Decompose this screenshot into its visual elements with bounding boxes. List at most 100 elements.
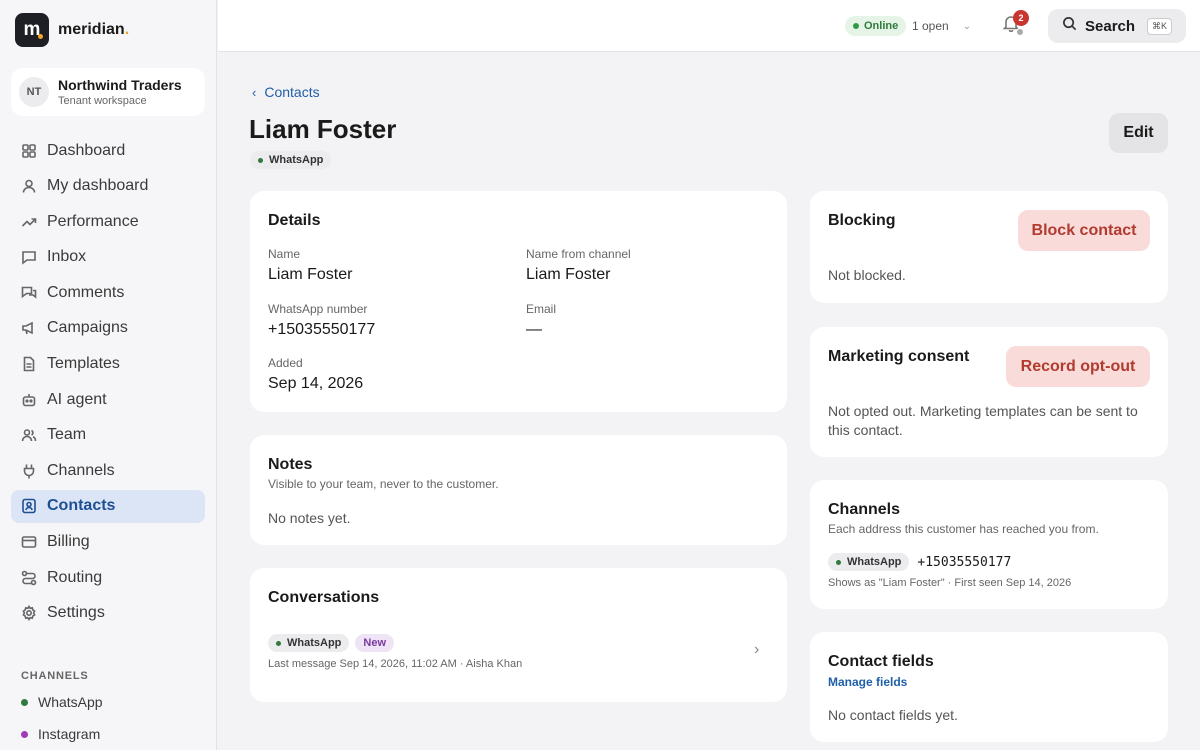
- sidebar-nav: Dashboard My dashboard Performance Inbox…: [11, 134, 205, 632]
- channel-badge-label: WhatsApp: [269, 154, 324, 166]
- whatsapp-number-label: WhatsApp number: [268, 302, 368, 316]
- search-label: Search: [1085, 17, 1136, 35]
- sidebar-item-label: Routing: [47, 568, 103, 586]
- brand-name-text: meridian: [58, 21, 125, 38]
- sidebar-item-routing[interactable]: Routing: [11, 561, 205, 594]
- brand-logo[interactable]: m meridian.: [15, 13, 129, 47]
- tenant-info: Northwind Traders Tenant workspace: [58, 77, 182, 107]
- sidebar-item-campaigns[interactable]: Campaigns: [11, 312, 205, 345]
- details-title: Details: [268, 212, 321, 229]
- sidebar-item-label: Team: [47, 426, 87, 444]
- notes-card: Notes Visible to your team, never to the…: [250, 435, 787, 545]
- channel-address-row: WhatsApp +15035550177: [828, 553, 1011, 571]
- sidebar-channel-instagram[interactable]: Instagram: [21, 726, 100, 742]
- channels-subtitle: Each address this customer has reached y…: [828, 522, 1099, 536]
- status-dot: [836, 559, 841, 565]
- channels-card: Channels Each address this customer has …: [810, 480, 1168, 609]
- breadcrumb-back-link[interactable]: ‹ Contacts: [252, 84, 320, 100]
- search-icon: [1062, 16, 1077, 36]
- conversations-card: Conversations WhatsApp New Last message …: [250, 568, 787, 702]
- status-label: Online: [864, 20, 899, 32]
- sidebar-item-channels[interactable]: Channels: [11, 454, 205, 487]
- channel-address: +15035550177: [917, 554, 1012, 570]
- open-conversations-dropdown[interactable]: 1 open ⌄: [912, 19, 971, 33]
- sidebar-item-dashboard[interactable]: Dashboard: [11, 134, 205, 167]
- blocking-card: Blocking Block contact Not blocked.: [810, 191, 1168, 303]
- contact-icon: [20, 498, 37, 515]
- notes-subtitle: Visible to your team, never to the custo…: [268, 477, 499, 491]
- sidebar-item-team[interactable]: Team: [11, 419, 205, 452]
- sidebar-item-comments[interactable]: Comments: [11, 276, 205, 309]
- sidebar-item-contacts[interactable]: Contacts: [11, 489, 205, 523]
- notes-title: Notes: [268, 456, 313, 473]
- sidebar-item-billing[interactable]: Billing: [11, 526, 205, 559]
- sidebar-item-label: Inbox: [47, 248, 87, 266]
- notes-header: Notes Visible to your team, never to the…: [268, 456, 499, 491]
- whatsapp-number-value: +15035550177: [268, 321, 376, 338]
- breadcrumb-label: Contacts: [264, 84, 320, 100]
- file-icon: [20, 356, 37, 373]
- sidebar-item-ai-agent[interactable]: AI agent: [11, 383, 205, 416]
- trend-icon: [20, 213, 37, 230]
- channels-section-heading: CHANNELS: [21, 670, 89, 682]
- tenant-switcher[interactable]: NT Northwind Traders Tenant workspace: [11, 68, 205, 116]
- marketing-consent-status: Not opted out. Marketing templates can b…: [828, 403, 1138, 438]
- sidebar-channel-whatsapp[interactable]: WhatsApp: [21, 694, 103, 710]
- status-dot: [21, 730, 28, 738]
- email-label: Email: [526, 302, 557, 316]
- tenant-name: Northwind Traders: [58, 77, 182, 93]
- record-opt-out-button[interactable]: Record opt-out: [1006, 346, 1150, 387]
- channel-badge: WhatsApp: [828, 553, 910, 571]
- chevron-right-icon: ›: [754, 641, 760, 658]
- status-dot: [258, 157, 263, 163]
- block-contact-button[interactable]: Block contact: [1018, 210, 1150, 251]
- keyboard-shortcut: ⌘K: [1147, 17, 1173, 35]
- sidebar-item-performance[interactable]: Performance: [11, 205, 205, 238]
- sidebar-item-label: Comments: [47, 283, 125, 301]
- channels-header: Channels Each address this customer has …: [828, 501, 1099, 536]
- conversation-tags: WhatsApp New: [268, 634, 395, 652]
- bot-icon: [20, 391, 37, 408]
- gear-icon: [20, 605, 37, 622]
- sidebar-item-inbox[interactable]: Inbox: [11, 241, 205, 274]
- status-badge: New: [355, 634, 395, 652]
- details-card: Details Name Liam Foster Name from chann…: [250, 191, 787, 412]
- card-icon: [20, 534, 37, 551]
- sidebar-item-label: Campaigns: [47, 319, 128, 337]
- sidebar-item-label: Contacts: [47, 497, 116, 515]
- online-status-badge[interactable]: Online: [845, 16, 907, 36]
- sidebar: m meridian. NT Northwind Traders Tenant …: [0, 0, 217, 750]
- sidebar-item-label: AI agent: [47, 390, 107, 408]
- sidebar-channel-label: WhatsApp: [38, 694, 103, 710]
- sidebar-item-templates[interactable]: Templates: [11, 348, 205, 381]
- contact-fields-empty-state: No contact fields yet.: [828, 707, 958, 723]
- marketing-consent-title: Marketing consent: [828, 348, 970, 365]
- tenant-avatar: NT: [19, 77, 49, 107]
- contact-fields-card: Contact fields Manage fields No contact …: [810, 632, 1168, 742]
- channel-badge-label: WhatsApp: [287, 637, 342, 649]
- added-label: Added: [268, 356, 303, 370]
- chevron-down-icon: ⌄: [962, 20, 972, 32]
- channel-badge: WhatsApp: [268, 634, 350, 652]
- chat-icon: [20, 249, 37, 266]
- marketing-consent-card: Marketing consent Record opt-out Not opt…: [810, 327, 1168, 457]
- blocking-status: Not blocked.: [828, 267, 906, 283]
- conversation-row[interactable]: WhatsApp New Last message Sep 14, 2026, …: [250, 624, 787, 680]
- sidebar-item-settings[interactable]: Settings: [11, 597, 205, 630]
- channel-address-meta: Shows as "Liam Foster" · First seen Sep …: [828, 577, 1072, 589]
- status-dot: [276, 640, 281, 646]
- email-value: —: [526, 321, 542, 338]
- plug-icon: [20, 462, 37, 479]
- conversations-title: Conversations: [268, 589, 380, 606]
- edit-button[interactable]: Edit: [1109, 113, 1168, 153]
- tenant-subtitle: Tenant workspace: [58, 95, 147, 107]
- contact-fields-title: Contact fields: [828, 653, 934, 670]
- routing-icon: [20, 569, 37, 586]
- status-dot: [853, 23, 859, 29]
- sidebar-item-my-dashboard[interactable]: My dashboard: [11, 170, 205, 203]
- manage-fields-link[interactable]: Manage fields: [828, 675, 907, 689]
- channel-badge: WhatsApp: [250, 151, 332, 169]
- search-button[interactable]: Search ⌘K: [1048, 9, 1186, 43]
- sidebar-item-label: Templates: [47, 355, 120, 373]
- conversation-meta: Last message Sep 14, 2026, 11:02 AM · Ai…: [268, 658, 523, 670]
